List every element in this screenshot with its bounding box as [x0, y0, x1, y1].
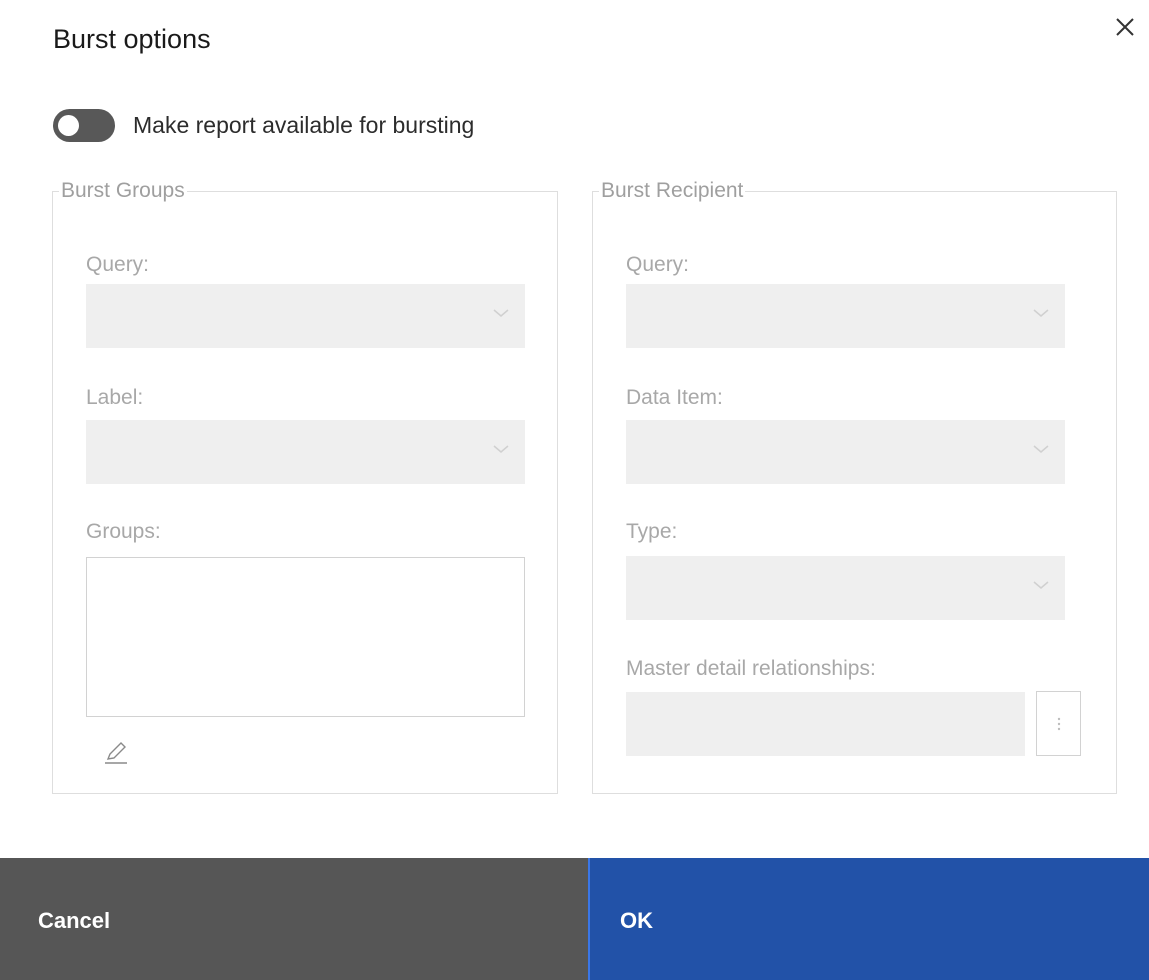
bursting-toggle-row[interactable]: Make report available for bursting — [53, 109, 474, 142]
recipient-data-item-select[interactable] — [626, 420, 1065, 484]
groups-label-select[interactable] — [86, 420, 525, 484]
bursting-toggle[interactable] — [53, 109, 115, 142]
master-detail-field[interactable] — [626, 692, 1025, 756]
bursting-toggle-label: Make report available for bursting — [133, 112, 475, 138]
close-icon[interactable] — [1114, 16, 1136, 38]
groups-list[interactable] — [86, 557, 525, 717]
master-detail-more-button[interactable] — [1036, 691, 1081, 756]
groups-query-select[interactable] — [86, 284, 525, 348]
chevron-down-icon — [493, 309, 509, 317]
cancel-button[interactable]: Cancel — [0, 858, 588, 980]
recipient-type-select[interactable] — [626, 556, 1065, 620]
burst-groups-legend: Burst Groups — [61, 179, 185, 202]
chevron-down-icon — [493, 445, 509, 453]
recipient-query-select[interactable] — [626, 284, 1065, 348]
close-button[interactable] — [1108, 10, 1142, 44]
groups-label-label: Label: — [86, 386, 144, 409]
burst-recipient-legend: Burst Recipient — [601, 179, 744, 202]
chevron-down-icon — [1033, 445, 1049, 453]
chevron-down-icon — [1033, 309, 1049, 317]
recipient-type-label: Type: — [626, 520, 678, 543]
groups-query-label: Query: — [86, 253, 150, 276]
toggle-knob — [58, 115, 79, 136]
dialog-title: Burst options — [53, 24, 211, 54]
edit-groups-button[interactable] — [99, 735, 133, 769]
pencil-icon[interactable] — [102, 738, 130, 766]
recipient-query-label: Query: — [626, 253, 690, 276]
more-vertical-icon[interactable] — [1056, 716, 1062, 732]
master-detail-label: Master detail relationships: — [626, 657, 876, 680]
recipient-data-item-label: Data Item: — [626, 386, 723, 409]
ok-button[interactable]: OK — [588, 858, 1149, 980]
chevron-down-icon — [1033, 581, 1049, 589]
groups-groups-label: Groups: — [86, 520, 161, 543]
